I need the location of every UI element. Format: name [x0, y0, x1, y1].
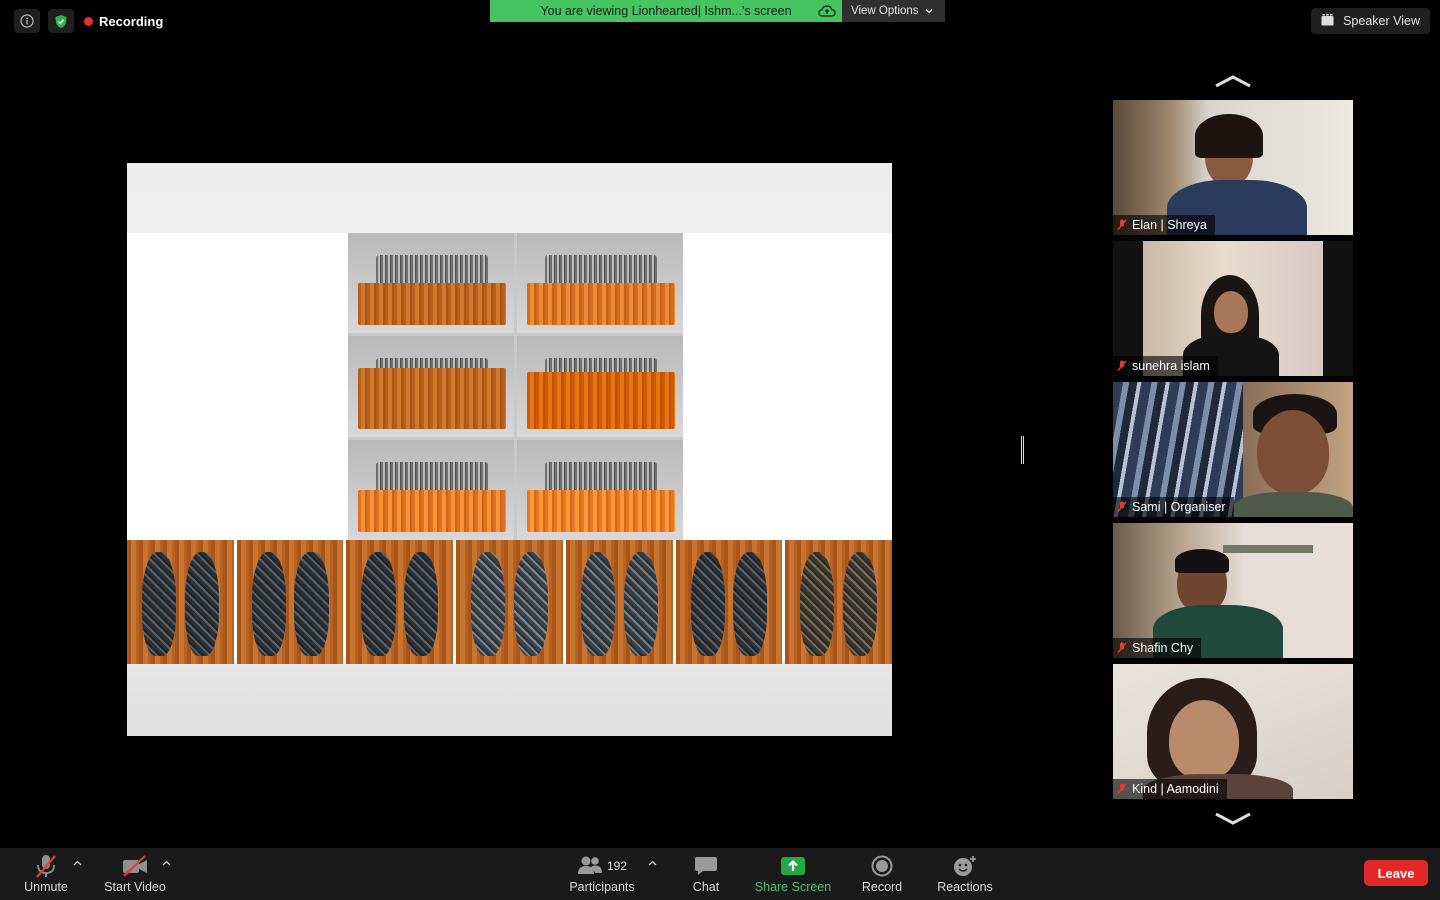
video-off-icon	[121, 852, 149, 880]
speaker-view-label: Speaker View	[1343, 14, 1420, 28]
reactions-button[interactable]: Reactions	[935, 852, 995, 894]
participant-name-tag: Shafin Chy	[1113, 638, 1202, 658]
unmute-button[interactable]: Unmute	[22, 852, 70, 894]
share-screen-button[interactable]: Share Screen	[753, 852, 833, 894]
participant-name-tag: Kind | Aamodini	[1113, 779, 1227, 799]
participants-label: Participants	[569, 880, 635, 894]
chat-label: Chat	[692, 880, 720, 894]
unmute-label: Unmute	[24, 880, 68, 894]
video-options-caret-icon[interactable]	[162, 858, 171, 869]
meeting-info-icon[interactable]	[14, 9, 40, 33]
artwork-photo	[348, 439, 514, 540]
participants-icon	[577, 855, 603, 878]
participant-name: Sami | Organiser	[1132, 500, 1226, 514]
sandal-photo	[565, 540, 673, 664]
screen-share-banner: You are viewing Lionhearted| Ishm...'s s…	[490, 0, 945, 22]
sandal-photo	[675, 540, 783, 664]
muted-mic-icon	[1117, 783, 1127, 795]
sandal-photo	[127, 540, 234, 664]
share-screen-label: Share Screen	[754, 880, 832, 894]
artwork-photo	[517, 439, 683, 540]
reactions-label: Reactions	[937, 880, 993, 894]
participants-button[interactable]: 192 Participants	[566, 852, 638, 894]
artwork-photo	[517, 233, 683, 334]
participant-video-tile[interactable]: Kind | Aamodini	[1113, 664, 1353, 799]
participant-name-tag: Elan | Shreya	[1113, 215, 1215, 235]
participant-name-tag: Sami | Organiser	[1113, 497, 1234, 517]
share-screen-arrow-icon	[780, 852, 806, 880]
scroll-up-chevron-icon[interactable]	[1214, 74, 1252, 92]
record-label: Record	[861, 880, 903, 894]
record-icon	[871, 852, 893, 880]
chat-button[interactable]: Chat	[688, 852, 724, 894]
cloud-recording-icon	[818, 4, 836, 21]
artwork-photo	[348, 336, 514, 437]
smiley-plus-icon	[953, 852, 977, 880]
participant-name: Elan | Shreya	[1132, 218, 1207, 232]
start-video-button[interactable]: Start Video	[101, 852, 169, 894]
shared-screen	[127, 163, 893, 736]
leave-button[interactable]: Leave	[1364, 860, 1428, 886]
participant-name: Kind | Aamodini	[1132, 782, 1219, 796]
participant-video-tile[interactable]: Elan | Shreya	[1113, 100, 1353, 235]
participants-count: 192	[606, 859, 628, 873]
view-options-button[interactable]: View Options	[842, 0, 945, 22]
top-left-controls: Recording	[14, 9, 163, 33]
muted-mic-icon	[1117, 642, 1127, 654]
recording-dot-icon	[84, 16, 93, 26]
muted-mic-icon	[1117, 360, 1127, 372]
artwork-photo	[348, 233, 514, 334]
scroll-down-chevron-icon[interactable]	[1214, 812, 1252, 830]
speaker-view-icon	[1321, 13, 1334, 29]
audio-options-caret-icon[interactable]	[73, 858, 82, 869]
muted-microphone-icon	[34, 852, 58, 880]
speaker-view-button[interactable]: Speaker View	[1311, 8, 1430, 34]
sandal-photo	[456, 540, 563, 664]
recording-indicator[interactable]: Recording	[84, 14, 163, 29]
text-cursor-icon	[1021, 436, 1024, 464]
sandal-photo	[346, 540, 454, 664]
viewing-screen-notice: You are viewing Lionhearted| Ishm...'s s…	[490, 0, 842, 22]
artwork-photo	[517, 336, 683, 437]
zoom-meeting-window: Recording You are viewing Lionhearted| I…	[0, 0, 1440, 900]
participants-options-caret-icon[interactable]	[648, 858, 657, 869]
participant-name-tag: sunehra islam	[1113, 356, 1218, 376]
artwork-photo-grid	[348, 233, 683, 540]
sandal-photo	[785, 540, 893, 664]
muted-mic-icon	[1117, 219, 1127, 231]
chevron-down-icon	[925, 5, 933, 17]
participant-video-tile[interactable]: Shafin Chy	[1113, 523, 1353, 658]
viewing-screen-text: You are viewing Lionhearted| Ishm...'s s…	[540, 4, 792, 18]
sandal-photo	[236, 540, 344, 664]
view-options-label: View Options	[851, 5, 919, 17]
start-video-label: Start Video	[104, 880, 166, 894]
sandal-photo-strip	[127, 540, 893, 664]
meeting-toolbar: Unmute Start Video 192 Participants Chat…	[0, 848, 1440, 900]
participant-name: Shafin Chy	[1132, 641, 1194, 655]
security-shield-icon[interactable]	[48, 9, 74, 33]
muted-mic-icon	[1117, 501, 1127, 513]
record-button[interactable]: Record	[860, 852, 904, 894]
recording-label: Recording	[99, 13, 164, 29]
participant-video-tile[interactable]: Sami | Organiser	[1113, 382, 1353, 517]
chat-bubble-icon	[694, 852, 718, 880]
participant-video-tile[interactable]: sunehra islam	[1113, 241, 1353, 376]
participant-name: sunehra islam	[1132, 359, 1210, 373]
